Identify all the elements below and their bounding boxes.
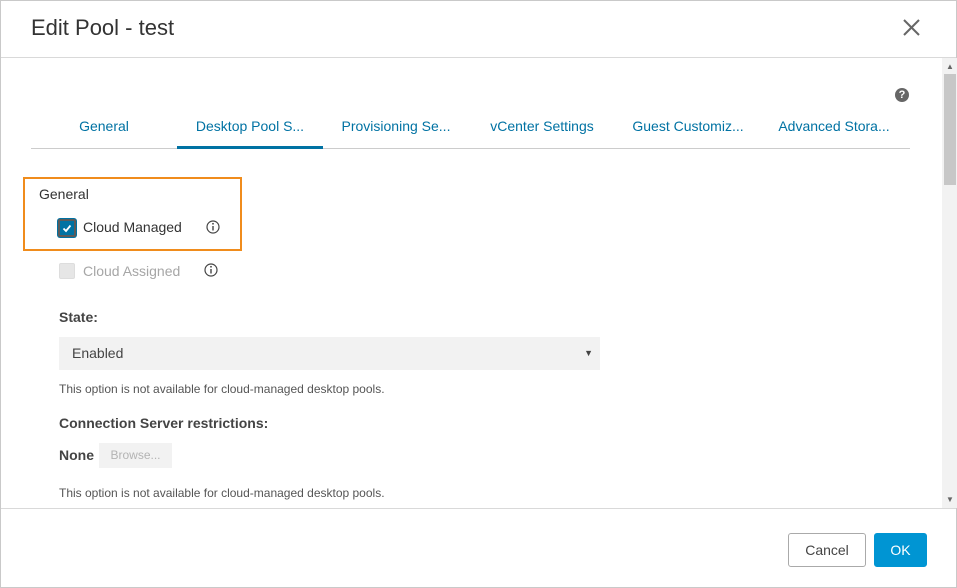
dialog-header: Edit Pool - test [1,1,956,58]
tab-guest-customization[interactable]: Guest Customiz... [615,106,761,149]
vertical-scrollbar[interactable]: ▲ ▼ [942,58,957,508]
dialog-title: Edit Pool - test [31,15,175,40]
state-select-value: Enabled [72,345,124,361]
cloud-managed-checkbox[interactable] [58,219,76,237]
dropdown-caret-icon: ▼ [584,348,593,358]
state-select[interactable]: Enabled ▼ [59,337,600,370]
info-icon[interactable] [204,263,218,277]
scroll-down-icon[interactable]: ▼ [946,495,954,504]
state-label: State: [59,309,98,325]
scrollbar-thumb[interactable] [944,74,956,185]
tab-advanced-storage[interactable]: Advanced Stora... [761,106,907,149]
state-note: This option is not available for cloud-m… [59,382,385,396]
cloud-assigned-checkbox[interactable] [59,263,75,279]
connection-server-value: None [59,447,94,463]
ok-button[interactable]: OK [874,533,927,567]
tab-bar: General Desktop Pool S... Provisioning S… [31,106,910,149]
close-icon[interactable] [899,15,925,41]
scroll-up-icon[interactable]: ▲ [946,62,954,71]
connection-server-note: This option is not available for cloud-m… [59,486,385,500]
tab-desktop-pool-settings[interactable]: Desktop Pool S... [177,106,323,149]
info-icon[interactable] [206,220,220,234]
dialog-body: ? General Desktop Pool S... Provisioning… [1,58,942,508]
tab-provisioning-settings[interactable]: Provisioning Se... [323,106,469,149]
dialog-footer: Cancel OK [1,508,956,588]
connection-server-label: Connection Server restrictions: [59,415,269,431]
cloud-managed-label: Cloud Managed [83,219,182,235]
help-icon[interactable]: ? [895,88,909,102]
cloud-assigned-label: Cloud Assigned [83,263,181,279]
browse-button[interactable]: Browse... [99,443,172,468]
cancel-button[interactable]: Cancel [788,533,866,567]
tab-vcenter-settings[interactable]: vCenter Settings [469,106,615,149]
tab-general[interactable]: General [31,106,177,149]
section-heading-general: General [39,186,89,202]
edit-pool-dialog: Edit Pool - test ? General Desktop Pool … [0,0,957,588]
